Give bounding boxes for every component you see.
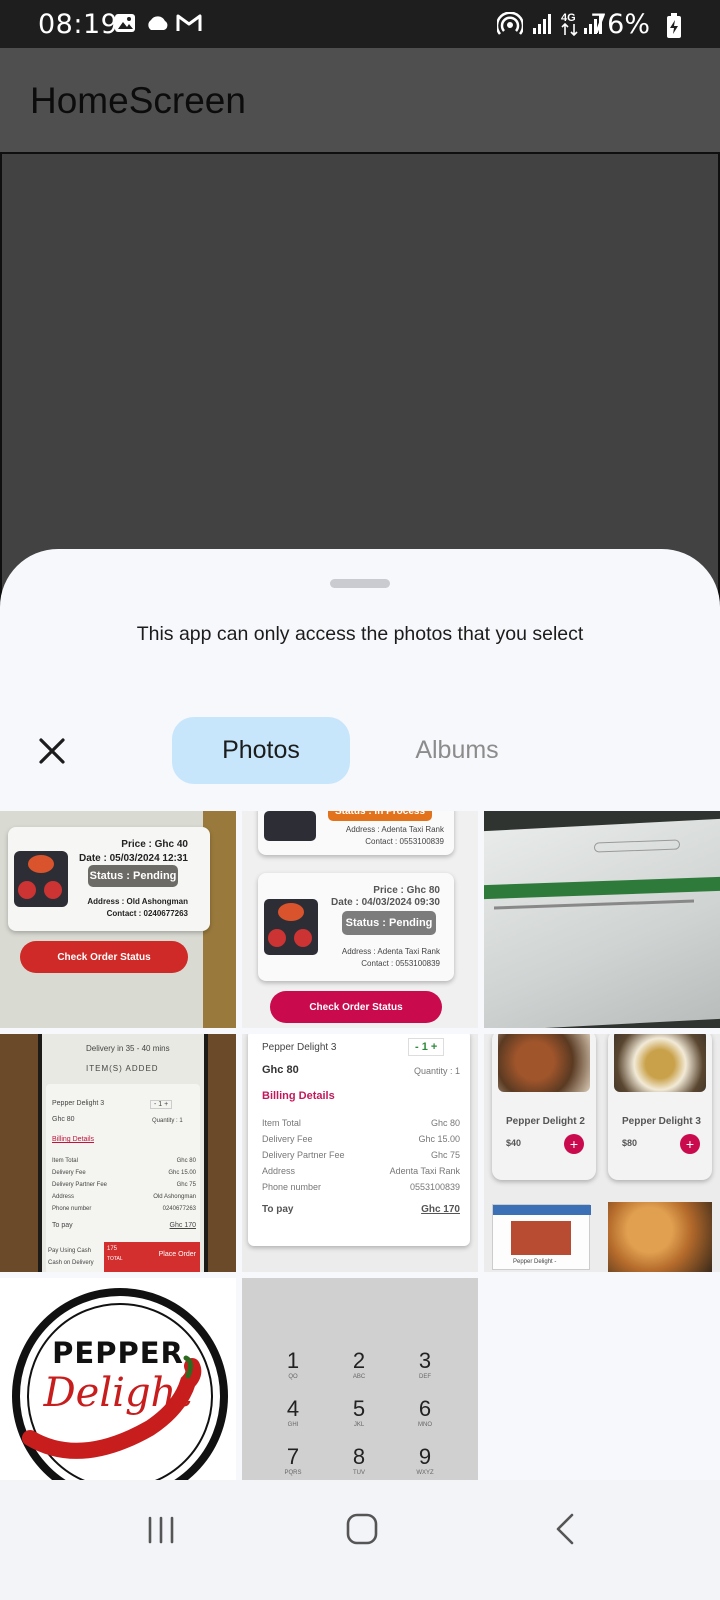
close-button[interactable] xyxy=(28,727,76,775)
order-card: Price : Ghc 80 Date : 04/03/2024 09:30 S… xyxy=(258,873,454,981)
close-icon xyxy=(39,738,65,764)
photo-thumbnail[interactable]: Pepper Delight 3 - 1 + Ghc 80 Quantity :… xyxy=(242,1034,478,1272)
app-bar: HomeScreen xyxy=(0,48,720,152)
home-icon[interactable] xyxy=(345,1512,379,1551)
order-card: Status : In Process Address : Adenta Tax… xyxy=(258,811,454,855)
photo-thumbnail[interactable]: PEPPER Delight xyxy=(0,1278,236,1511)
drag-handle[interactable] xyxy=(330,579,390,588)
status-bar: 08:19 4G 76% xyxy=(0,0,720,48)
gmail-icon xyxy=(176,12,202,39)
recent-apps-icon[interactable] xyxy=(146,1514,176,1551)
menu-card: Pepper Delight 2 $40 + xyxy=(492,1034,596,1180)
photo-thumbnail[interactable]: 1 QO 2 ABC 3 DEF 4 GHI 5 JKL 6 MNO 7 PQR… xyxy=(242,1278,478,1511)
cloud-icon xyxy=(144,12,170,39)
menu-card: Pepper Delight 3 $80 + xyxy=(608,1034,712,1180)
tab-photos[interactable]: Photos xyxy=(172,717,350,784)
4g-icon: 4G xyxy=(560,10,580,43)
phone-screen: Delivery in 35 - 40 mins ITEM(S) ADDED P… xyxy=(42,1034,204,1272)
gallery-icon xyxy=(114,12,136,39)
battery-icon xyxy=(666,13,682,44)
navigation-bar xyxy=(0,1480,720,1600)
photo-thumbnail[interactable]: Delivery in 35 - 40 mins ITEM(S) ADDED P… xyxy=(0,1034,236,1272)
food-photo xyxy=(608,1202,712,1272)
photo-thumbnail[interactable] xyxy=(484,811,720,1028)
status-time: 08:19 xyxy=(38,9,119,40)
tab-albums[interactable]: Albums xyxy=(368,717,546,784)
photo-picker-sheet: This app can only access the photos that… xyxy=(0,549,720,1600)
billing-card: Pepper Delight 3 - 1 + Ghc 80 Quantity :… xyxy=(248,1034,470,1246)
menu-screenshot: Pepper Delight - xyxy=(492,1204,591,1270)
signal-icon xyxy=(532,12,554,41)
order-card: Price : Ghc 40 Date : 05/03/2024 12:31 S… xyxy=(8,827,210,931)
photo-thumbnail[interactable]: Status : In Process Address : Adenta Tax… xyxy=(242,811,478,1028)
order-image xyxy=(14,851,68,907)
battery-level: 76% xyxy=(589,9,650,40)
hotspot-icon xyxy=(495,11,525,41)
photo-thumbnail[interactable]: Price : Ghc 40 Date : 05/03/2024 12:31 S… xyxy=(0,811,236,1028)
svg-text:4G: 4G xyxy=(561,12,576,24)
photo-grid: Price : Ghc 40 Date : 05/03/2024 12:31 S… xyxy=(0,811,720,1511)
screen: 08:19 4G 76% HomeScreen This app can onl… xyxy=(0,0,720,1600)
logo-text-top: PEPPER xyxy=(52,1336,184,1370)
page-title: HomeScreen xyxy=(30,80,246,121)
photo-thumbnail[interactable]: Pepper Delight 2 $40 + Pepper Delight 3 … xyxy=(484,1034,720,1272)
host-content-area xyxy=(0,152,720,602)
back-icon[interactable] xyxy=(552,1512,578,1551)
access-notice: This app can only access the photos that… xyxy=(136,623,584,645)
logo-text-bottom: Delight xyxy=(43,1370,193,1416)
